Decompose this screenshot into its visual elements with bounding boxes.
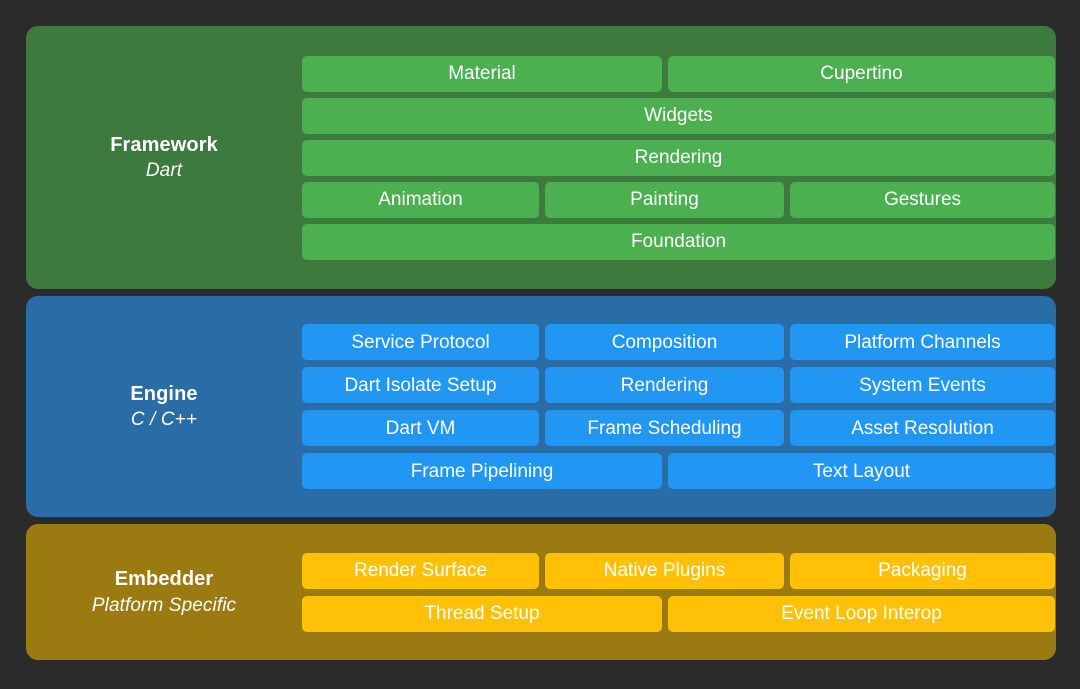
tile-row: Foundation	[302, 223, 1055, 260]
layer-embedder-subtitle: Platform Specific	[91, 594, 237, 616]
tile-service-protocol[interactable]: Service Protocol	[302, 324, 539, 360]
layer-engine-grid: Service Protocol Composition Platform Ch…	[302, 296, 1056, 517]
tile-row: Widgets	[302, 97, 1055, 134]
layer-embedder-grid: Render Surface Native Plugins Packaging …	[302, 524, 1056, 660]
tile-row: Animation Painting Gestures	[302, 181, 1055, 218]
tile-native-plugins[interactable]: Native Plugins	[545, 552, 784, 589]
tile-frame-scheduling[interactable]: Frame Scheduling	[545, 410, 784, 446]
tile-frame-pipelining[interactable]: Frame Pipelining	[302, 453, 662, 489]
tile-row: Frame Pipelining Text Layout	[302, 453, 1055, 489]
tile-rendering-framework[interactable]: Rendering	[302, 139, 1055, 176]
layer-engine-subtitle: C / C++	[130, 409, 198, 431]
tile-row: Dart Isolate Setup Rendering System Even…	[302, 367, 1055, 403]
layer-framework-title: Framework	[110, 133, 218, 156]
tile-dart-isolate-setup[interactable]: Dart Isolate Setup	[302, 367, 539, 403]
layer-embedder-title: Embedder	[114, 568, 214, 591]
tile-render-surface[interactable]: Render Surface	[302, 552, 539, 589]
layer-engine: Engine C / C++ Service Protocol Composit…	[26, 296, 1056, 517]
layer-framework: Framework Dart Material Cupertino Widget…	[26, 26, 1056, 289]
tile-platform-channels[interactable]: Platform Channels	[790, 324, 1055, 360]
tile-rendering-engine[interactable]: Rendering	[545, 367, 784, 403]
tile-cupertino[interactable]: Cupertino	[668, 55, 1055, 92]
layer-engine-label: Engine C / C++	[26, 296, 302, 517]
tile-painting[interactable]: Painting	[545, 181, 784, 218]
tile-packaging[interactable]: Packaging	[790, 552, 1055, 589]
tile-animation[interactable]: Animation	[302, 181, 539, 218]
layer-embedder-label: Embedder Platform Specific	[26, 524, 302, 660]
tile-material[interactable]: Material	[302, 55, 662, 92]
tile-row: Service Protocol Composition Platform Ch…	[302, 324, 1055, 360]
tile-thread-setup[interactable]: Thread Setup	[302, 595, 662, 632]
tile-text-layout[interactable]: Text Layout	[668, 453, 1055, 489]
tile-widgets[interactable]: Widgets	[302, 97, 1055, 134]
tile-composition[interactable]: Composition	[545, 324, 784, 360]
tile-event-loop-interop[interactable]: Event Loop Interop	[668, 595, 1055, 632]
tile-foundation[interactable]: Foundation	[302, 223, 1055, 260]
layer-embedder: Embedder Platform Specific Render Surfac…	[26, 524, 1056, 660]
tile-system-events[interactable]: System Events	[790, 367, 1055, 403]
tile-row: Dart VM Frame Scheduling Asset Resolutio…	[302, 410, 1055, 446]
layer-framework-label: Framework Dart	[26, 26, 302, 289]
layer-framework-subtitle: Dart	[145, 160, 183, 182]
architecture-diagram: Framework Dart Material Cupertino Widget…	[0, 0, 1080, 689]
tile-row: Thread Setup Event Loop Interop	[302, 595, 1055, 632]
tile-row: Render Surface Native Plugins Packaging	[302, 552, 1055, 589]
tile-row: Material Cupertino	[302, 55, 1055, 92]
tile-row: Rendering	[302, 139, 1055, 176]
tile-gestures[interactable]: Gestures	[790, 181, 1055, 218]
tile-dart-vm[interactable]: Dart VM	[302, 410, 539, 446]
layer-engine-title: Engine	[130, 382, 198, 405]
layer-framework-grid: Material Cupertino Widgets Rendering Ani…	[302, 26, 1056, 289]
tile-asset-resolution[interactable]: Asset Resolution	[790, 410, 1055, 446]
